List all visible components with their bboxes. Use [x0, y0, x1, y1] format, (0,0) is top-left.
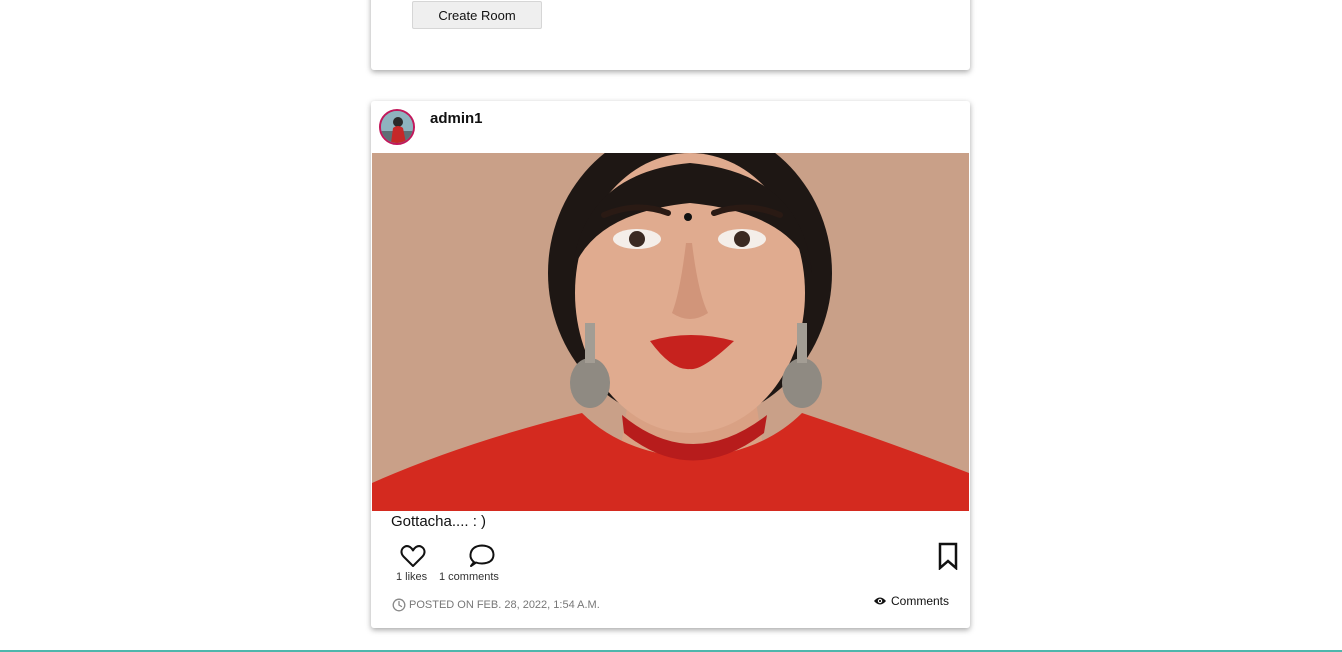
post-card: admin1 Gottacha....:) 1 likes 1 commen… [371, 101, 970, 628]
eye-icon [874, 597, 886, 605]
likes-count: 1 likes [396, 571, 428, 583]
bookmark-button[interactable] [937, 542, 959, 571]
avatar[interactable] [379, 109, 415, 145]
comment-button[interactable] [468, 543, 496, 569]
speech-bubble-icon [469, 544, 495, 567]
view-comments-link[interactable]: Comments [873, 594, 949, 608]
room-card: Create Room [371, 0, 970, 70]
heart-icon [400, 545, 426, 567]
post-caption: Gottacha.... : ) [391, 513, 487, 530]
like-button[interactable] [399, 542, 427, 570]
post-username[interactable]: admin1 [430, 110, 483, 127]
comments-count: 1 comments [439, 571, 499, 583]
posted-date-text: POSTED ON FEB. 28, 2022, 1:54 A.M. [409, 599, 600, 611]
view-comments-label: Comments [891, 594, 950, 608]
clock-icon [392, 598, 406, 612]
post-image [372, 153, 969, 511]
create-room-button[interactable]: Create Room [412, 1, 542, 29]
bookmark-icon [938, 542, 958, 571]
posted-date: POSTED ON FEB. 28, 2022, 1:54 A.M. [392, 598, 600, 612]
